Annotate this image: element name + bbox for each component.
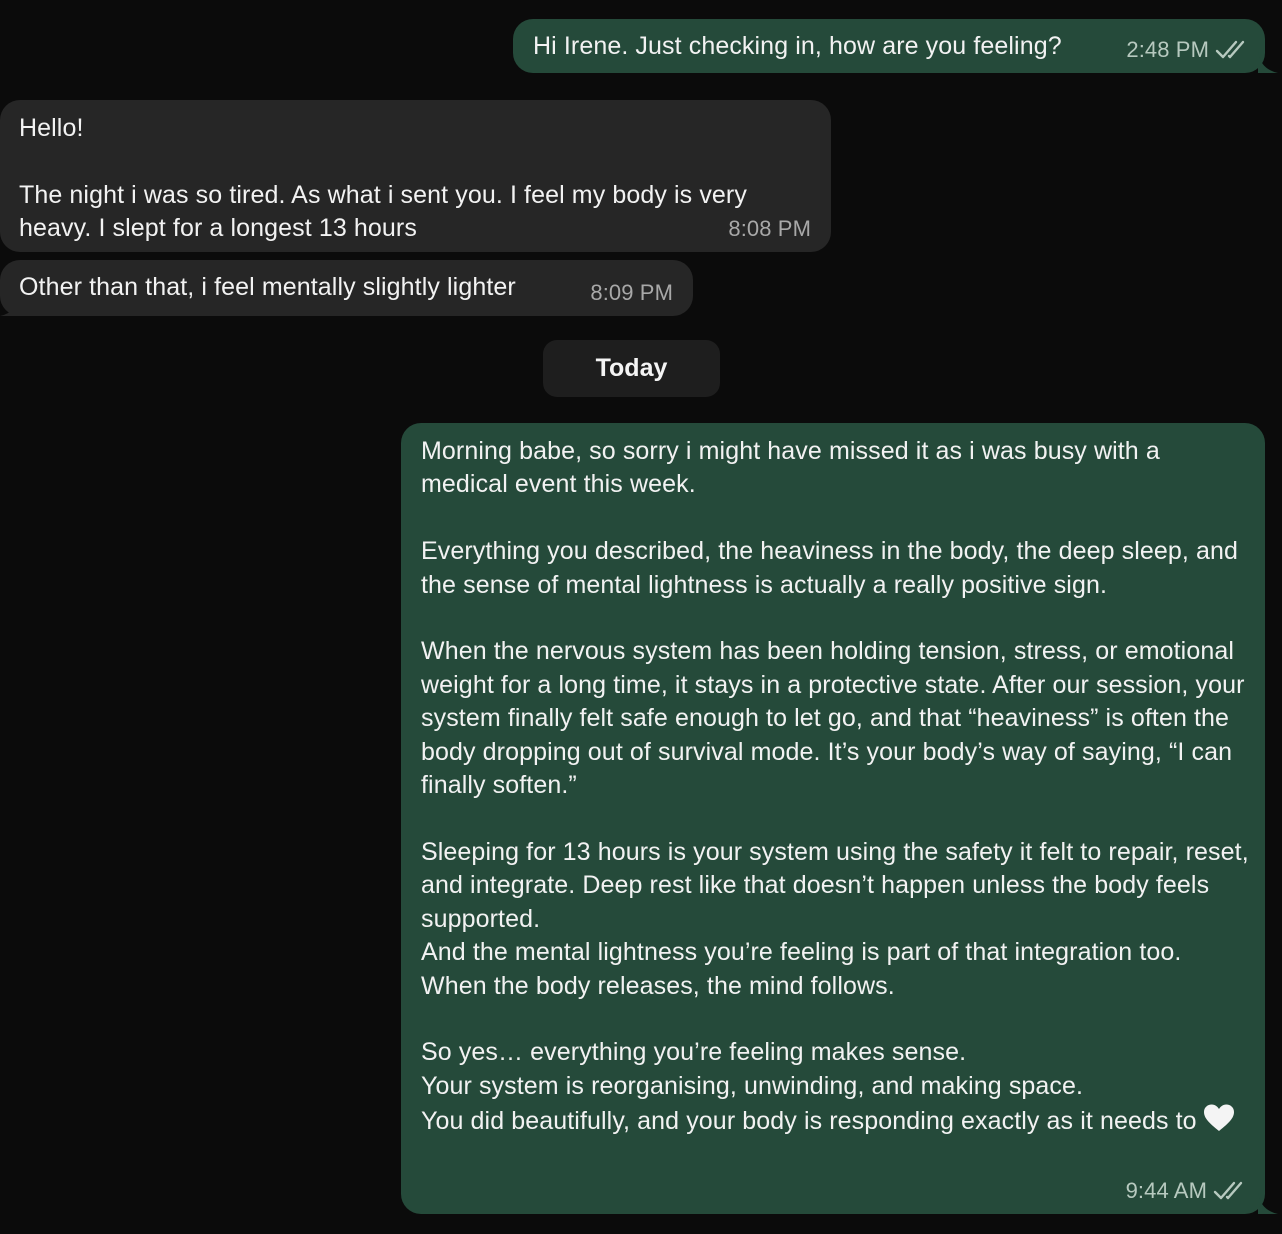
message-text: Hello! The night i was so tired. As what… bbox=[19, 114, 747, 243]
date-separator: Today bbox=[543, 340, 720, 397]
read-double-check-icon bbox=[1213, 1181, 1243, 1200]
message-meta: 2:48 PM bbox=[1126, 38, 1249, 62]
message-meta: 8:08 PM bbox=[728, 217, 811, 241]
incoming-message-bubble[interactable]: Hello! The night i was so tired. As what… bbox=[0, 100, 831, 252]
bubble-tail bbox=[0, 294, 20, 316]
message-time: 9:44 AM bbox=[1125, 1178, 1207, 1203]
bubble-tail bbox=[1258, 51, 1278, 73]
incoming-message-bubble[interactable]: Other than that, i feel mentally slightl… bbox=[0, 260, 693, 316]
message-text: Morning babe, so sorry i might have miss… bbox=[421, 435, 1251, 1139]
white-heart-icon bbox=[1203, 1104, 1234, 1132]
bubble-tail bbox=[1258, 1192, 1278, 1214]
outgoing-message-bubble[interactable]: Morning babe, so sorry i might have miss… bbox=[401, 423, 1265, 1214]
message-time: 2:48 PM bbox=[1126, 37, 1209, 62]
message-time: 8:09 PM bbox=[590, 280, 673, 305]
message-body: Morning babe, so sorry i might have miss… bbox=[421, 437, 1249, 1136]
outgoing-message-bubble[interactable]: Hi Irene. Just checking in, how are you … bbox=[513, 19, 1265, 73]
read-double-check-icon bbox=[1215, 40, 1245, 59]
message-meta: 9:44 AM bbox=[1126, 1179, 1247, 1203]
message-meta: 8:09 PM bbox=[590, 281, 673, 305]
message-time: 8:08 PM bbox=[728, 216, 811, 241]
